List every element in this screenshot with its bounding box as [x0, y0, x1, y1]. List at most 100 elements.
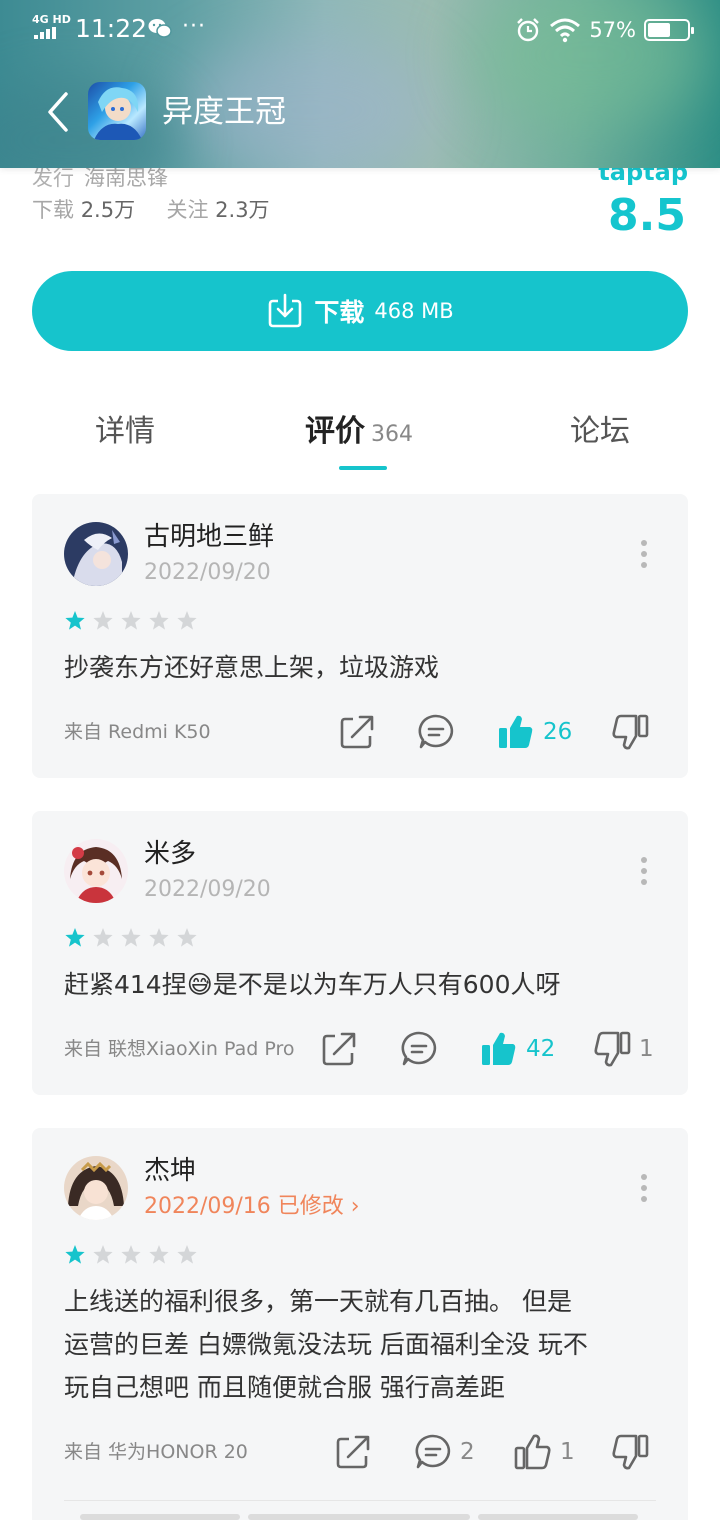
more-options-button[interactable] [640, 540, 648, 568]
thumbs-up-icon [482, 1032, 516, 1065]
star-icon [121, 611, 141, 630]
thumbs-down-icon [594, 1031, 631, 1067]
star-icon [177, 611, 197, 630]
star-icon [149, 611, 169, 630]
wechat-icon [148, 19, 172, 38]
review-device: 来自 华为HONOR 20 [64, 1441, 248, 1463]
avatar[interactable] [64, 1156, 128, 1220]
review-page: 4G HD 11:22 ··· 57% 异度王冠 发行 海南思锋 下载 2.5万… [0, 0, 720, 1520]
rating-score: 8.5 [608, 190, 686, 241]
divider [64, 1500, 656, 1501]
star-icon [177, 928, 197, 947]
review-content[interactable]: 上线送的福利很多，第一天就有几百抽。 但是 运营的巨差 白嫖微氪没法玩 后面福利… [64, 1280, 664, 1409]
like-count: 26 [543, 719, 573, 745]
downloads-count: 2.5万 [80, 198, 136, 222]
share-button[interactable] [334, 1432, 372, 1472]
thumbs-down-icon [612, 1434, 649, 1470]
review-device: 来自 Redmi K50 [64, 721, 211, 743]
like-button[interactable]: 1 [514, 1432, 575, 1472]
review-device: 来自 联想XiaoXin Pad Pro [64, 1038, 295, 1060]
page-title: 异度王冠 [162, 94, 286, 130]
review-date-modified[interactable]: 2022/09/16 已修改 › [144, 1192, 360, 1222]
comment-button[interactable]: 2 [414, 1432, 475, 1472]
like-button[interactable]: 42 [480, 1029, 555, 1069]
image-thumbnail[interactable] [478, 1514, 638, 1520]
star-icon [149, 928, 169, 947]
status-bar: 4G HD 11:22 ··· 57% [0, 0, 720, 58]
star-icon [93, 1245, 113, 1264]
star-icon [93, 928, 113, 947]
dislike-count: 1 [639, 1036, 654, 1062]
signal-icon [34, 27, 62, 39]
avatar[interactable] [64, 839, 128, 903]
download-button[interactable]: 下载 468 MB [32, 271, 688, 351]
game-icon [88, 82, 146, 140]
battery-percent: 57% [589, 18, 636, 42]
download-label: 下载 [314, 298, 365, 327]
comment-button[interactable] [417, 712, 455, 752]
tab-forum[interactable]: 论坛 [570, 410, 630, 454]
star-icon [65, 928, 85, 947]
alarm-icon [517, 18, 540, 42]
review-content[interactable]: 赶紧414捏😅是不是以为车万人只有600人呀 [64, 963, 664, 1006]
publisher-name[interactable]: 海南思锋 [84, 166, 168, 188]
more-options-button[interactable] [640, 1174, 648, 1202]
more-options-button[interactable] [640, 857, 648, 885]
username[interactable]: 米多 [144, 837, 196, 871]
thumbs-down-icon [612, 714, 649, 750]
status-right: 57% [515, 16, 694, 44]
comment-icon [418, 714, 454, 749]
thumbs-up-icon [514, 1434, 551, 1470]
avatar[interactable] [64, 522, 128, 586]
review-date: 2022/09/20 [144, 560, 271, 585]
share-icon [340, 715, 374, 749]
reviews-count: 364 [371, 422, 413, 447]
tab-reviews[interactable]: 评价 364 [305, 410, 413, 457]
comment-count: 2 [460, 1439, 475, 1465]
like-count: 1 [560, 1439, 575, 1465]
clock: 11:22 [75, 14, 148, 43]
share-button[interactable] [320, 1029, 358, 1069]
downloads-label: 下载 [32, 198, 74, 222]
back-button[interactable] [40, 88, 76, 136]
network-type: 4G HD [32, 13, 71, 26]
publisher-label: 发行 [32, 166, 74, 188]
review-content-line: 玩自己想吧 而且随便就合服 强行高差距 [64, 1373, 505, 1402]
star-icon [149, 1245, 169, 1264]
review-card: 古明地三鲜 2022/09/20 抄袭东方还好意思上架，垃圾游戏 来自 Redm… [32, 494, 688, 778]
tab-reviews-label: 评价 [305, 414, 365, 449]
review-card: 杰坤 2022/09/16 已修改 › 上线送的福利很多，第一天就有几百抽。 但… [32, 1128, 688, 1520]
stats-row: 下载 2.5万 关注 2.3万 [32, 196, 270, 224]
wifi-icon [550, 18, 581, 43]
review-content[interactable]: 抄袭东方还好意思上架，垃圾游戏 [64, 646, 664, 689]
tab-detail[interactable]: 详情 [95, 410, 155, 454]
review-card: 米多 2022/09/20 赶紧414捏😅是不是以为车万人只有600人呀 来自 … [32, 811, 688, 1095]
star-icon [121, 928, 141, 947]
star-icon [177, 1245, 197, 1264]
image-thumbnail[interactable] [248, 1514, 470, 1520]
star-icon [65, 611, 85, 630]
download-icon [269, 293, 302, 328]
comment-icon [401, 1031, 437, 1066]
username[interactable]: 杰坤 [144, 1154, 196, 1188]
share-button[interactable] [338, 712, 376, 752]
comment-button[interactable] [400, 1029, 438, 1069]
username[interactable]: 古明地三鲜 [144, 520, 274, 554]
follows-label: 关注 [166, 198, 209, 222]
download-size: 468 MB [374, 299, 454, 323]
image-thumbnail[interactable] [80, 1514, 240, 1520]
tab-indicator [339, 466, 387, 470]
share-icon [322, 1032, 356, 1066]
share-icon [336, 1435, 370, 1469]
app-header: 4G HD 11:22 ··· 57% 异度王冠 [0, 0, 720, 168]
dislike-button[interactable]: 1 [593, 1029, 654, 1069]
star-icon [121, 1245, 141, 1264]
review-date: 2022/09/20 [144, 877, 271, 902]
like-count: 42 [526, 1036, 556, 1062]
dislike-button[interactable] [611, 1432, 657, 1472]
like-button[interactable]: 26 [497, 712, 572, 752]
more-notifications-icon: ··· [182, 14, 206, 39]
review-content-line: 上线送的福利很多，第一天就有几百抽。 但是 [64, 1287, 572, 1316]
dislike-button[interactable] [611, 712, 657, 752]
follows-count: 2.3万 [215, 198, 270, 222]
